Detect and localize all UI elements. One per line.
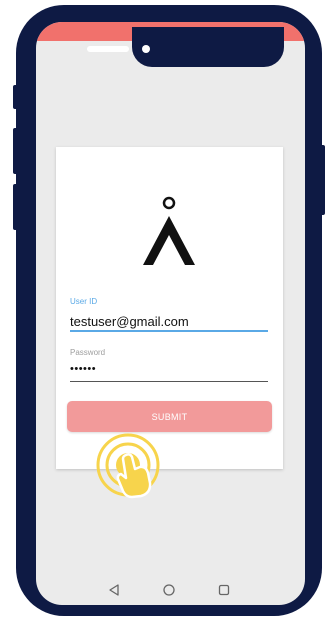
phone-side-button xyxy=(13,128,19,174)
back-icon[interactable] xyxy=(107,583,121,597)
login-card: User ID Password •••••• SUBMIT xyxy=(56,147,283,469)
camera xyxy=(142,45,150,53)
phone-notch xyxy=(132,27,284,67)
password-label: Password xyxy=(70,348,106,357)
phone-side-button xyxy=(13,85,19,109)
user-id-label: User ID xyxy=(70,297,98,306)
password-input[interactable]: •••••• xyxy=(70,363,268,379)
logo-icon xyxy=(143,196,195,265)
password-underline xyxy=(70,381,268,382)
phone-screen: User ID Password •••••• SUBMIT xyxy=(36,22,305,605)
user-id-input[interactable] xyxy=(70,313,268,329)
submit-button[interactable]: SUBMIT xyxy=(67,401,272,432)
phone-side-button xyxy=(13,184,19,230)
phone-side-button xyxy=(320,145,325,215)
navigation-bar xyxy=(36,577,305,605)
speaker xyxy=(87,46,129,52)
tap-gesture-icon xyxy=(96,433,160,499)
home-icon[interactable] xyxy=(162,583,176,597)
user-id-underline xyxy=(70,330,268,332)
recents-icon[interactable] xyxy=(217,583,231,597)
